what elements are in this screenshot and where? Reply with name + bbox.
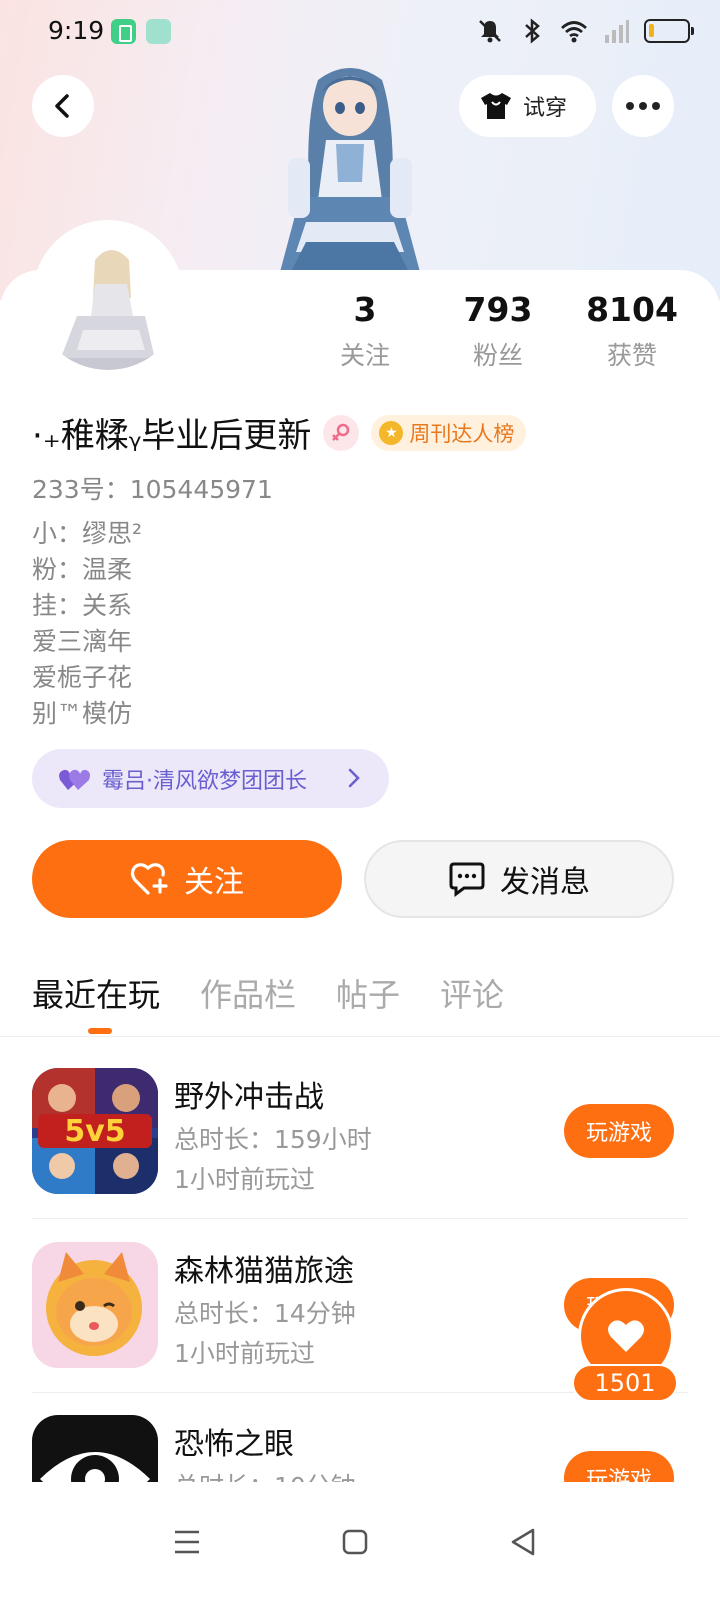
avatar[interactable] — [33, 220, 183, 370]
chat-bubble-icon — [449, 862, 485, 897]
female-gender-icon — [323, 414, 360, 451]
message-label: 发消息 — [500, 865, 590, 900]
game-thumbnail-text: 5v5 — [64, 1114, 125, 1149]
stat-fans[interactable]: 793 粉丝 — [443, 290, 553, 372]
list-divider — [32, 1218, 688, 1219]
like-count-badge: 1501 — [572, 1364, 678, 1402]
stat-following[interactable]: 3 关注 — [310, 290, 420, 372]
user-bio: 小：缪思² 粉：温柔 挂：关系 爱三漓年 爱栀子花 别™模仿 — [32, 516, 142, 732]
follow-label: 关注 — [184, 865, 244, 900]
battery-saver-app-icon — [111, 19, 136, 44]
list-item[interactable]: 5v5 野外冲击战 总时长：159小时 1小时前玩过 玩游戏 — [32, 1068, 688, 1243]
bio-line: 爱栀子花 — [32, 663, 133, 692]
group-leader-chip[interactable]: 霉吕·清风欲梦团团长 — [32, 749, 389, 808]
mute-bell-icon — [479, 20, 501, 43]
try-on-button[interactable]: 试穿 — [459, 75, 596, 137]
stat-fans-value: 793 — [463, 290, 533, 329]
play-game-button[interactable]: 玩游戏 — [564, 1104, 674, 1158]
weekly-rank-badge[interactable]: ★ 周刊达人榜 — [371, 414, 527, 451]
game-total-duration: 总时长：159小时 — [174, 1125, 372, 1154]
system-nav-bar — [0, 1482, 720, 1600]
try-on-label: 试穿 — [523, 96, 568, 121]
profile-stats: 3 关注 793 粉丝 8104 获赞 — [320, 290, 700, 380]
stat-following-value: 3 — [353, 290, 377, 329]
name-row: ·₊稚糅ᵧ毕业后更新 ★ 周刊达人榜 — [32, 408, 527, 457]
status-time: 9:19 — [48, 16, 105, 45]
home-square-icon[interactable] — [335, 1522, 375, 1562]
wifi-icon — [561, 21, 587, 43]
tabs-divider — [0, 1036, 720, 1037]
bio-line: 小：缪思² — [32, 519, 143, 548]
stat-likes-value: 8104 — [586, 290, 678, 329]
game-title: 野外冲击战 — [174, 1080, 324, 1115]
stat-likes-label: 获赞 — [606, 341, 657, 370]
game-title: 恐怖之眼 — [174, 1427, 294, 1462]
profile-screen: 9:19 试穿 3 关注 793 粉丝 8104 获赞 ·₊稚糅ᵧ毕业后更新 ★… — [0, 0, 720, 1600]
game-thumbnail: 5v5 — [32, 1068, 158, 1194]
stat-following-label: 关注 — [339, 341, 390, 370]
user-id: 233号：105445971 — [32, 475, 273, 504]
send-message-button[interactable]: 发消息 — [364, 840, 674, 918]
tab-comments[interactable]: 评论 — [440, 970, 504, 1016]
chevron-right-icon — [348, 768, 360, 788]
profile-tabs: 最近在玩 作品栏 帖子 评论 — [32, 970, 504, 1034]
group-chip-label: 霉吕·清风欲梦团团长 — [102, 768, 307, 794]
menu-icon[interactable] — [167, 1522, 207, 1562]
game-title: 森林猫猫旅途 — [174, 1254, 354, 1289]
back-triangle-icon[interactable] — [503, 1522, 543, 1562]
battery-icon — [644, 19, 694, 43]
heart-icon — [608, 1320, 644, 1352]
status-bar: 9:19 — [0, 0, 720, 64]
user-name: ·₊稚糅ᵧ毕业后更新 — [32, 416, 312, 456]
game-last-played: 1小时前玩过 — [174, 1165, 315, 1194]
list-item[interactable]: 恐怖之眼 总时长：10分钟 玩游戏 — [32, 1415, 688, 1482]
bio-line: 粉：温柔 — [32, 555, 133, 584]
cover-avatar-figure — [280, 68, 420, 272]
battery-level-fill — [649, 24, 654, 37]
game-last-played: 1小时前玩过 — [174, 1339, 315, 1368]
signal-icon — [605, 20, 629, 43]
more-dot-icon — [639, 102, 647, 110]
avatar-figure — [57, 250, 157, 370]
bluetooth-icon — [525, 18, 540, 44]
heart-plus-icon — [130, 863, 168, 895]
back-button[interactable] — [32, 75, 94, 137]
tab-posts[interactable]: 帖子 — [336, 970, 400, 1016]
game-thumbnail — [32, 1415, 158, 1482]
more-dot-icon — [652, 102, 660, 110]
tab-works[interactable]: 作品栏 — [200, 970, 296, 1016]
rank-badge-label: 周刊达人榜 — [409, 421, 515, 446]
chevron-left-icon — [55, 94, 69, 118]
app-notification-icon — [146, 19, 171, 44]
tab-recently-played[interactable]: 最近在玩 — [32, 970, 160, 1034]
bio-line: 爱三漓年 — [32, 627, 133, 656]
bio-line: 别™模仿 — [32, 699, 133, 728]
star-icon: ★ — [379, 420, 404, 445]
stat-likes[interactable]: 8104 获赞 — [577, 290, 687, 372]
game-thumbnail — [32, 1242, 158, 1368]
follow-button[interactable]: 关注 — [32, 840, 342, 918]
recent-games-list: 5v5 野外冲击战 总时长：159小时 1小时前玩过 玩游戏 森林猫猫旅途 总时… — [0, 1040, 720, 1482]
stat-fans-label: 粉丝 — [472, 341, 523, 370]
more-dot-icon — [626, 102, 634, 110]
game-total-duration: 总时长：14分钟 — [174, 1299, 356, 1328]
game-total-duration: 总时长：10分钟 — [174, 1467, 356, 1482]
bio-line: 挂：关系 — [32, 591, 133, 620]
play-game-button[interactable]: 玩游戏 — [564, 1451, 674, 1482]
tshirt-icon — [481, 93, 511, 119]
double-heart-icon — [59, 769, 90, 790]
more-button[interactable] — [612, 75, 674, 137]
